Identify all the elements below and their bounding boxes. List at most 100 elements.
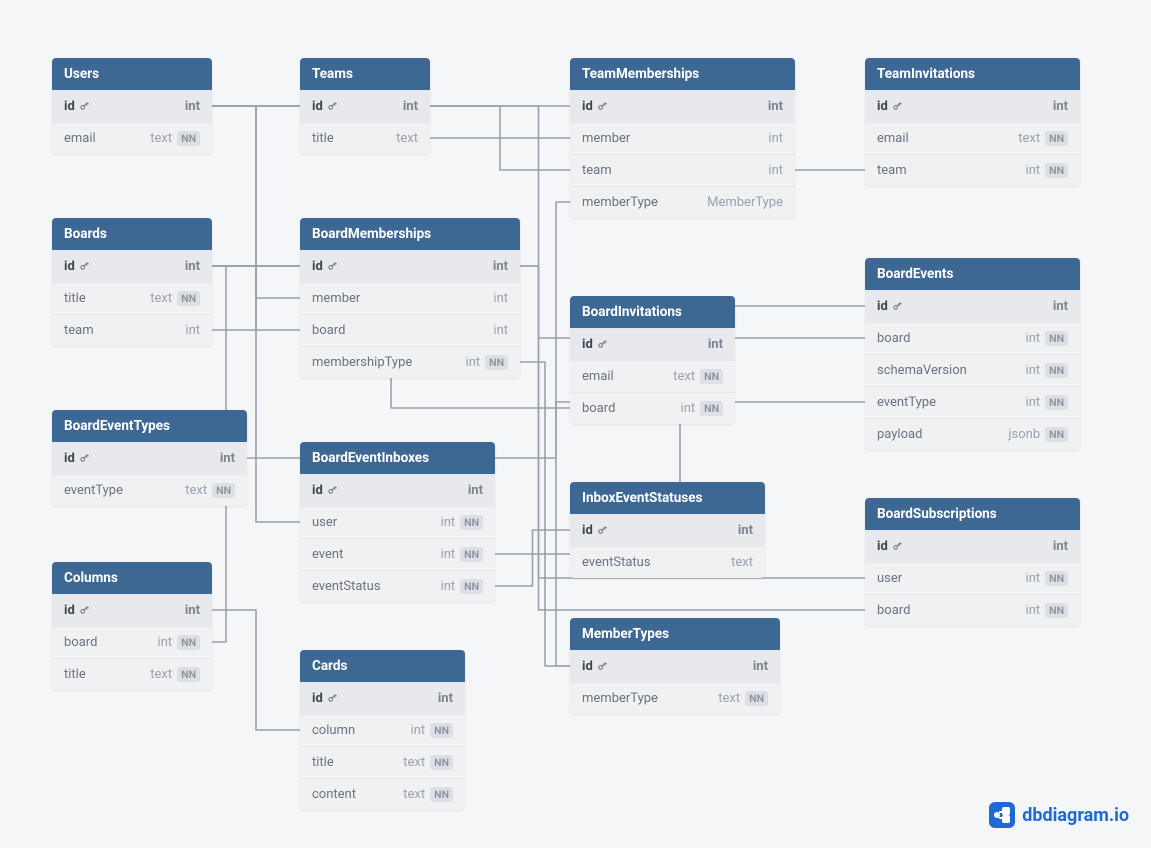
column-row[interactable]: columnintNN (300, 714, 465, 746)
table-BoardInvitations[interactable]: BoardInvitationsid intemailtextNNboardin… (570, 296, 735, 424)
table-Teams[interactable]: Teamsid inttitletext (300, 58, 430, 154)
brand-name: dbdiagram.io (1022, 805, 1129, 826)
column-name: id (64, 99, 90, 114)
column-row[interactable]: userintNN (300, 506, 495, 538)
column-name: title (64, 667, 86, 682)
column-row[interactable]: id int (300, 682, 465, 714)
column-row[interactable]: id int (52, 594, 212, 626)
column-name: id (312, 259, 338, 274)
table-BoardSubscriptions[interactable]: BoardSubscriptionsid intuserintNNboardin… (865, 498, 1080, 626)
table-TeamInvitations[interactable]: TeamInvitationsid intemailtextNNteamintN… (865, 58, 1080, 186)
table-Cards[interactable]: Cardsid intcolumnintNNtitletextNNcontent… (300, 650, 465, 810)
column-row[interactable]: id int (300, 474, 495, 506)
column-row[interactable]: schemaVersionintNN (865, 354, 1080, 386)
column-row[interactable]: titletextNN (52, 658, 212, 690)
column-type: int (768, 131, 783, 146)
column-row[interactable]: id int (570, 328, 735, 360)
column-row[interactable]: id int (52, 442, 247, 474)
column-row[interactable]: id int (300, 250, 520, 282)
table-header[interactable]: Boards (52, 218, 212, 250)
column-type: textNN (1018, 131, 1068, 146)
table-Users[interactable]: Usersid intemailtextNN (52, 58, 212, 154)
column-row[interactable]: id int (52, 250, 212, 282)
column-row[interactable]: titletextNN (300, 746, 465, 778)
column-row[interactable]: teamint (570, 154, 795, 186)
column-type: intNN (1026, 163, 1068, 178)
column-row[interactable]: memberTypetextNN (570, 682, 780, 714)
column-name: board (582, 401, 615, 416)
table-BoardEventTypes[interactable]: BoardEventTypesid inteventTypetextNN (52, 410, 247, 506)
table-header[interactable]: BoardEvents (865, 258, 1080, 290)
table-header[interactable]: InboxEventStatuses (570, 482, 765, 514)
column-type: int (220, 451, 235, 466)
column-row[interactable]: email textNN (570, 360, 735, 392)
column-row[interactable]: id int (570, 650, 780, 682)
table-header[interactable]: BoardInvitations (570, 296, 735, 328)
table-header[interactable]: Users (52, 58, 212, 90)
column-row[interactable]: membershipTypeintNN (300, 346, 520, 378)
column-row[interactable]: teamint (52, 314, 212, 346)
column-row[interactable]: titletextNN (52, 282, 212, 314)
table-header[interactable]: BoardEventInboxes (300, 442, 495, 474)
column-row[interactable]: memberint (570, 122, 795, 154)
table-MemberTypes[interactable]: MemberTypesid intmemberTypetextNN (570, 618, 780, 714)
table-header[interactable]: BoardMemberships (300, 218, 520, 250)
column-row[interactable]: emailtextNN (52, 122, 212, 154)
column-row[interactable]: id int (865, 290, 1080, 322)
column-row[interactable]: id int (570, 514, 765, 546)
column-row[interactable]: boardintNN (52, 626, 212, 658)
column-row[interactable]: eventintNN (300, 538, 495, 570)
column-name: column (312, 723, 355, 738)
column-name: id (64, 259, 90, 274)
table-header[interactable]: Teams (300, 58, 430, 90)
table-BoardEvents[interactable]: BoardEventsid intboardintNNschemaVersion… (865, 258, 1080, 450)
column-row[interactable]: memberint (300, 282, 520, 314)
column-type: int (493, 259, 508, 274)
column-type: int (708, 337, 723, 352)
column-type: textNN (673, 369, 723, 384)
table-Boards[interactable]: Boardsid inttitletextNNteamint (52, 218, 212, 346)
column-row[interactable]: emailtextNN (865, 122, 1080, 154)
column-type: jsonbNN (1008, 427, 1068, 442)
column-type: intNN (1026, 571, 1068, 586)
table-header[interactable]: Columns (52, 562, 212, 594)
column-row[interactable]: boardintNN (570, 392, 735, 424)
column-name: user (312, 515, 337, 530)
column-row[interactable]: teamintNN (865, 154, 1080, 186)
column-type: int (753, 659, 768, 674)
column-type: int (1053, 99, 1068, 114)
table-header[interactable]: TeamMemberships (570, 58, 795, 90)
column-row[interactable]: id int (570, 90, 795, 122)
table-TeamMemberships[interactable]: TeamMembershipsid intmemberintteamintmem… (570, 58, 795, 218)
column-type: intNN (1026, 395, 1068, 410)
column-row[interactable]: eventTypetextNN (52, 474, 247, 506)
column-row[interactable]: userintNN (865, 562, 1080, 594)
column-row[interactable]: id int (865, 530, 1080, 562)
column-row[interactable]: id int (52, 90, 212, 122)
brand-logo[interactable]: dbdiagram.io (989, 802, 1129, 828)
table-header[interactable]: Cards (300, 650, 465, 682)
table-Columns[interactable]: Columnsid intboardintNNtitletextNN (52, 562, 212, 690)
table-header[interactable]: MemberTypes (570, 618, 780, 650)
table-InboxEventStatuses[interactable]: InboxEventStatusesid inteventStatustext (570, 482, 765, 578)
column-row[interactable]: memberTypeMemberType (570, 186, 795, 218)
column-type: textNN (718, 691, 768, 706)
column-row[interactable]: eventTypeintNN (865, 386, 1080, 418)
table-header[interactable]: BoardEventTypes (52, 410, 247, 442)
column-row[interactable]: boardintNN (865, 594, 1080, 626)
table-header[interactable]: BoardSubscriptions (865, 498, 1080, 530)
column-row[interactable]: payloadjsonbNN (865, 418, 1080, 450)
table-BoardEventInboxes[interactable]: BoardEventInboxesid intuserintNNeventint… (300, 442, 495, 602)
column-row[interactable]: contenttextNN (300, 778, 465, 810)
column-row[interactable]: boardint (300, 314, 520, 346)
column-row[interactable]: boardintNN (865, 322, 1080, 354)
column-row[interactable]: eventStatustext (570, 546, 765, 578)
column-name: title (312, 755, 334, 770)
column-row[interactable]: eventStatusintNN (300, 570, 495, 602)
table-header[interactable]: TeamInvitations (865, 58, 1080, 90)
column-row[interactable]: titletext (300, 122, 430, 154)
column-row[interactable]: id int (300, 90, 430, 122)
table-BoardMemberships[interactable]: BoardMembershipsid intmemberintboardintm… (300, 218, 520, 378)
column-name: email (582, 369, 614, 384)
column-row[interactable]: id int (865, 90, 1080, 122)
